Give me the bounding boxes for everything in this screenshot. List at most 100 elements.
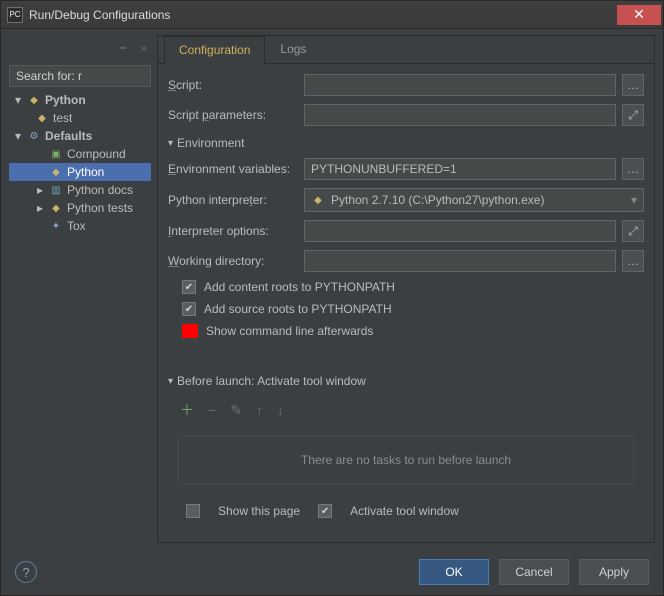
arrow-up-icon[interactable]: ↑ xyxy=(256,402,263,418)
question-icon: ? xyxy=(22,565,29,580)
tree-label: test xyxy=(53,111,72,125)
bottom-checks: ✔ Show this page ✔ Activate tool window xyxy=(168,496,644,528)
expand-button[interactable]: ⤢ xyxy=(622,220,644,242)
working-dir-label: Working directory: xyxy=(168,254,298,268)
wrench-icon: ⚙ xyxy=(27,129,41,143)
check-label: Add source roots to PYTHONPATH xyxy=(204,302,392,316)
env-section-header[interactable]: ▾ Environment xyxy=(168,136,644,150)
left-toolbar[interactable]: ┅ » xyxy=(9,35,151,61)
checkbox-unchecked-icon[interactable]: ✔ xyxy=(186,504,200,518)
interpreter-opts-input[interactable] xyxy=(304,220,616,242)
chevron-right-icon: ▸ xyxy=(35,201,45,215)
interpreter-value: Python 2.7.10 (C:\Python27\python.exe) xyxy=(331,193,544,207)
before-launch-toolbar: ＋ − ✎ ↑ ↓ xyxy=(168,396,644,424)
interpreter-label: Python interpreter: xyxy=(168,193,298,207)
row-interpreter-opts: Interpreter options: ⤢ xyxy=(168,220,644,242)
cancel-button[interactable]: Cancel xyxy=(499,559,569,585)
tab-logs[interactable]: Logs xyxy=(265,35,321,63)
python-icon: ◆ xyxy=(311,193,325,207)
python-icon: ◆ xyxy=(35,111,49,125)
add-icon[interactable]: ＋ xyxy=(180,400,194,420)
dialog-footer: ? OK Cancel Apply xyxy=(1,549,663,595)
close-button[interactable]: ✕ xyxy=(617,5,661,25)
app-icon: PC xyxy=(7,7,23,23)
tree-label: Python xyxy=(45,93,86,107)
envvars-label: Environment variables: xyxy=(168,162,298,176)
row-script-params: Script parameters: ⤢ xyxy=(168,104,644,126)
tree-node-pydocs[interactable]: ▸ ▥ Python docs xyxy=(9,181,151,199)
working-dir-input[interactable] xyxy=(304,250,616,272)
script-label: Script: xyxy=(168,78,298,92)
check-show-cmd[interactable]: Show command line afterwards xyxy=(168,324,644,338)
checkbox-highlighted-icon[interactable] xyxy=(182,324,198,338)
tree-node-defaults[interactable]: ▾ ⚙ Defaults xyxy=(9,127,151,145)
tree-label: Tox xyxy=(67,219,86,233)
python-icon: ◆ xyxy=(27,93,41,107)
checkbox-checked-icon[interactable]: ✔ xyxy=(318,504,332,518)
docs-icon: ▥ xyxy=(49,183,63,197)
browse-button[interactable]: … xyxy=(622,158,644,180)
script-input[interactable] xyxy=(304,74,616,96)
check-add-source[interactable]: ✔ Add source roots to PYTHONPATH xyxy=(168,302,644,316)
left-panel: ┅ » Search for: r ▾ ◆ Python ◆ test ▾ ⚙ xyxy=(9,35,151,543)
row-script: Script: … xyxy=(168,74,644,96)
browse-button[interactable]: … xyxy=(622,74,644,96)
params-input[interactable] xyxy=(304,104,616,126)
tabs: Configuration Logs xyxy=(158,36,654,64)
checkbox-checked-icon[interactable]: ✔ xyxy=(182,302,196,316)
search-label: Search for: r xyxy=(16,69,82,83)
row-working-dir: Working directory: … xyxy=(168,250,644,272)
remove-icon[interactable]: − xyxy=(208,402,216,418)
tree-label: Compound xyxy=(67,147,126,161)
tree-label: Python xyxy=(67,165,104,179)
row-envvars: Environment variables: PYTHONUNBUFFERED=… xyxy=(168,158,644,180)
envvars-input[interactable]: PYTHONUNBUFFERED=1 xyxy=(304,158,616,180)
tree-node-compound[interactable]: ▣ Compound xyxy=(9,145,151,163)
arrow-down-icon[interactable]: ↓ xyxy=(277,402,284,418)
dialog-body: ┅ » Search for: r ▾ ◆ Python ◆ test ▾ ⚙ xyxy=(1,29,663,549)
browse-button[interactable]: … xyxy=(622,250,644,272)
params-label: Script parameters: xyxy=(168,108,298,122)
check-add-content[interactable]: ✔ Add content roots to PYTHONPATH xyxy=(168,280,644,294)
config-tree: ▾ ◆ Python ◆ test ▾ ⚙ Defaults ▣ Compoun… xyxy=(9,87,151,543)
chevron-down-icon: ▾ xyxy=(168,138,173,149)
chevron-down-icon: ▾ xyxy=(631,193,637,207)
apply-button[interactable]: Apply xyxy=(579,559,649,585)
tree-node-tox[interactable]: ✦ Tox xyxy=(9,217,151,235)
checkbox-checked-icon[interactable]: ✔ xyxy=(182,280,196,294)
tree-label: Defaults xyxy=(45,129,92,143)
edit-icon[interactable]: ✎ xyxy=(230,402,242,419)
tree-node-python-default[interactable]: ◆ Python xyxy=(9,163,151,181)
close-icon: ✕ xyxy=(633,6,645,23)
chevron-down-icon: ▾ xyxy=(13,93,23,107)
section-title: Environment xyxy=(177,136,244,150)
row-interpreter: Python interpreter: ◆ Python 2.7.10 (C:\… xyxy=(168,188,644,212)
folder-icon: ▣ xyxy=(49,147,63,161)
tasks-empty-state: There are no tasks to run before launch xyxy=(178,436,634,484)
chevron-right-icon[interactable]: » xyxy=(140,41,147,55)
tox-icon: ✦ xyxy=(49,219,63,233)
check-label: Show command line afterwards xyxy=(206,324,373,338)
empty-text: There are no tasks to run before launch xyxy=(301,453,511,467)
tree-node-pytests[interactable]: ▸ ◆ Python tests xyxy=(9,199,151,217)
python-icon: ◆ xyxy=(49,165,63,179)
toolbar-icon[interactable]: ┅ xyxy=(119,41,126,55)
tree-label: Python tests xyxy=(67,201,133,215)
interpreter-select[interactable]: ◆ Python 2.7.10 (C:\Python27\python.exe)… xyxy=(304,188,644,212)
python-icon: ◆ xyxy=(49,201,63,215)
expand-button[interactable]: ⤢ xyxy=(622,104,644,126)
help-button[interactable]: ? xyxy=(15,561,37,583)
ok-button[interactable]: OK xyxy=(419,559,489,585)
interpreter-opts-label: Interpreter options: xyxy=(168,224,298,238)
check-label: Add content roots to PYTHONPATH xyxy=(204,280,395,294)
tree-node-python[interactable]: ▾ ◆ Python xyxy=(9,91,151,109)
search-input[interactable]: Search for: r xyxy=(9,65,151,87)
window-title: Run/Debug Configurations xyxy=(29,8,617,22)
right-panel: Configuration Logs Script: … Script para… xyxy=(157,35,655,543)
activate-tool-label: Activate tool window xyxy=(350,504,459,518)
chevron-down-icon: ▾ xyxy=(168,376,173,387)
before-launch-header[interactable]: ▾ Before launch: Activate tool window xyxy=(168,374,644,388)
tab-configuration[interactable]: Configuration xyxy=(164,36,265,64)
dialog-window: PC Run/Debug Configurations ✕ ┅ » Search… xyxy=(0,0,664,596)
tree-node-test[interactable]: ◆ test xyxy=(9,109,151,127)
